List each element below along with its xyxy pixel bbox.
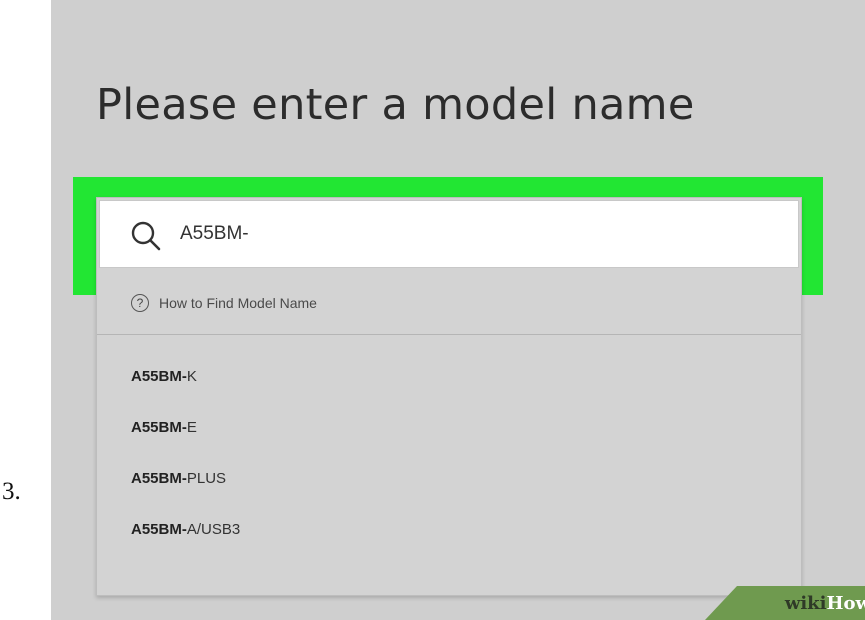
suggestion-match: A55BM-	[131, 521, 187, 538]
search-icon	[130, 221, 164, 251]
how-to-find-model-link[interactable]: ? How to Find Model Name	[131, 291, 317, 315]
suggestion-item[interactable]: A55BM-A/USB3	[131, 521, 240, 547]
suggestion-match: A55BM-	[131, 368, 187, 385]
question-circle-icon: ?	[131, 294, 149, 312]
suggestion-match: A55BM-	[131, 419, 187, 436]
suggestion-item[interactable]: A55BM-K	[131, 368, 240, 394]
step-number: 3.	[2, 478, 21, 505]
watermark-how: How	[826, 592, 865, 614]
suggestion-item[interactable]: A55BM-PLUS	[131, 470, 240, 496]
suggestion-item[interactable]: A55BM-E	[131, 419, 240, 445]
model-search-screen: Please enter a model name ? How to Find …	[51, 0, 865, 620]
search-box[interactable]	[99, 200, 799, 268]
suggestion-rest: PLUS	[186, 470, 227, 487]
search-input[interactable]	[180, 218, 740, 250]
suggestion-rest: E	[186, 419, 197, 436]
suggestion-rest: K	[186, 368, 197, 385]
page-title: Please enter a model name	[96, 80, 695, 130]
watermark-wiki: wiki	[784, 592, 827, 614]
divider	[97, 334, 801, 335]
help-link-label: How to Find Model Name	[159, 295, 317, 311]
suggestion-rest: A/USB3	[186, 521, 241, 538]
suggestion-list: A55BM-K A55BM-E A55BM-PLUS A55BM-A/USB3	[131, 368, 240, 572]
suggestion-match: A55BM-	[131, 470, 187, 487]
